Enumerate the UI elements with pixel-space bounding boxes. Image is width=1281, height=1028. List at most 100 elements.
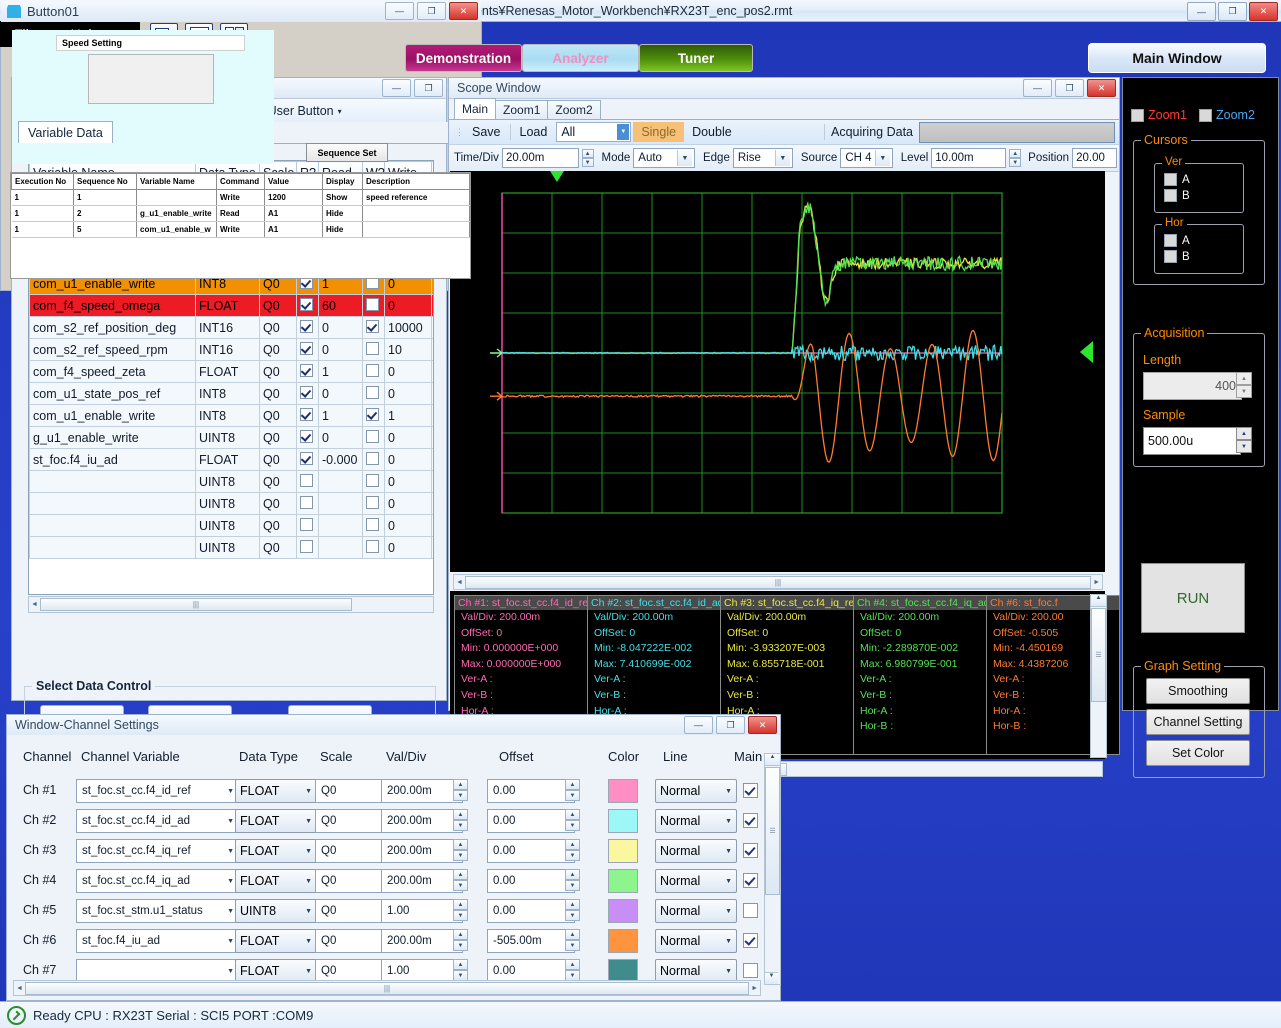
wcs-main-checkbox-wrap[interactable] bbox=[743, 873, 758, 891]
cursor-ver-b-row[interactable]: B bbox=[1164, 189, 1190, 202]
cell-read-checkbox[interactable] bbox=[297, 295, 319, 317]
wcs-offset-input[interactable]: 0.00 bbox=[487, 839, 575, 863]
wcs-main-checkbox[interactable] bbox=[743, 933, 758, 948]
read-checkbox[interactable] bbox=[300, 540, 313, 553]
wcs-main-checkbox[interactable] bbox=[743, 873, 758, 888]
wcs-line-dropdown[interactable]: Normal▼ bbox=[655, 869, 737, 893]
read-checkbox[interactable] bbox=[300, 496, 313, 509]
tab-variable-data[interactable]: Variable Data bbox=[18, 121, 113, 143]
scroll-thumb[interactable]: ||| bbox=[465, 576, 1091, 589]
cursor-hor-a-row[interactable]: A bbox=[1164, 234, 1190, 247]
tab-zoom1[interactable]: Zoom1 bbox=[495, 100, 548, 119]
wcs-valdiv-stepper[interactable]: ▲▼ bbox=[453, 779, 468, 801]
wcs-offset-input[interactable]: -505.00m bbox=[487, 929, 575, 953]
wcs-valdiv-input[interactable]: 200.00m bbox=[381, 809, 463, 833]
wcs-scale-input[interactable]: Q0 bbox=[315, 869, 385, 893]
read-checkbox[interactable] bbox=[300, 474, 313, 487]
wcs-datatype-dropdown[interactable]: UINT8▼ bbox=[235, 899, 317, 923]
read-checkbox[interactable] bbox=[300, 298, 313, 311]
wcs-variable-dropdown[interactable]: st_foc.st_stm.u1_status▼ bbox=[76, 899, 238, 923]
wcs-horizontal-scrollbar[interactable]: ◄ ||| ► bbox=[13, 980, 761, 996]
zoom2-checkbox[interactable] bbox=[1199, 109, 1212, 122]
scroll-thumb[interactable]: ||| bbox=[25, 982, 749, 995]
table-row[interactable]: com_s2_ref_position_degINT16Q0010000 bbox=[30, 317, 435, 339]
wcs-main-checkbox-wrap[interactable] bbox=[743, 933, 758, 951]
wcs-valdiv-stepper[interactable]: ▲▼ bbox=[453, 899, 468, 921]
write-checkbox[interactable] bbox=[366, 386, 379, 399]
write-checkbox[interactable] bbox=[366, 540, 379, 553]
channel-panels-vertical-scrollbar[interactable]: ▲ ☰ bbox=[1090, 594, 1107, 758]
cursor-ver-a-row[interactable]: A bbox=[1164, 173, 1190, 186]
wcs-valdiv-input[interactable]: 200.00m bbox=[381, 929, 463, 953]
wcs-datatype-dropdown[interactable]: FLOAT▼ bbox=[235, 869, 317, 893]
table-row[interactable]: UINT8Q00 bbox=[30, 537, 435, 559]
wcs-maximize-button[interactable]: ❐ bbox=[716, 716, 745, 734]
sequence-set-button[interactable]: Sequence Set bbox=[306, 143, 388, 162]
wcs-variable-dropdown[interactable]: st_foc.f4_iu_ad▼ bbox=[76, 929, 238, 953]
cell-read-checkbox[interactable] bbox=[297, 493, 319, 515]
wcs-close-button[interactable]: ✕ bbox=[748, 716, 777, 734]
main-window-button[interactable]: Main Window bbox=[1088, 43, 1266, 73]
write-checkbox[interactable] bbox=[366, 298, 379, 311]
wcs-scale-input[interactable]: Q0 bbox=[315, 839, 385, 863]
cell-read-checkbox[interactable] bbox=[297, 361, 319, 383]
table-row[interactable]: com_u1_state_pos_refINT8Q000 bbox=[30, 383, 435, 405]
wcs-datatype-dropdown[interactable]: FLOAT▼ bbox=[235, 929, 317, 953]
cursor-ver-a-checkbox[interactable] bbox=[1164, 173, 1177, 186]
sequence-row[interactable]: 11Write1200Showspeed reference bbox=[12, 190, 470, 206]
wcs-offset-stepper[interactable]: ▲▼ bbox=[565, 899, 580, 921]
cell-write-checkbox[interactable] bbox=[363, 471, 385, 493]
table-row[interactable]: com_f4_speed_omegaFLOATQ0600 bbox=[30, 295, 435, 317]
cell-read-checkbox[interactable] bbox=[297, 383, 319, 405]
length-input[interactable]: 400 bbox=[1143, 372, 1242, 400]
wcs-valdiv-input[interactable]: 1.00 bbox=[381, 899, 463, 923]
table-row[interactable]: UINT8Q00 bbox=[30, 515, 435, 537]
wcs-datatype-dropdown[interactable]: FLOAT▼ bbox=[235, 779, 317, 803]
tab-main[interactable]: Main bbox=[454, 98, 496, 119]
wcs-valdiv-input[interactable]: 200.00m bbox=[381, 779, 463, 803]
table-row[interactable]: com_s2_ref_speed_rpmINT16Q0010 bbox=[30, 339, 435, 361]
save-button[interactable]: Save bbox=[463, 125, 510, 139]
level-stepper[interactable]: ▲▼ bbox=[1009, 149, 1021, 167]
speed-setting-input[interactable] bbox=[88, 54, 214, 104]
wcs-offset-stepper[interactable]: ▲▼ bbox=[565, 869, 580, 891]
scroll-up-arrow[interactable]: ▲ bbox=[1091, 595, 1106, 607]
read-checkbox[interactable] bbox=[300, 342, 313, 355]
wcs-color-swatch[interactable] bbox=[608, 869, 638, 893]
cell-read-checkbox[interactable] bbox=[297, 449, 319, 471]
wcs-valdiv-input[interactable]: 200.00m bbox=[381, 869, 463, 893]
read-checkbox[interactable] bbox=[300, 364, 313, 377]
wcs-scale-input[interactable]: Q0 bbox=[315, 809, 385, 833]
zoom1-checkbox-row[interactable]: Zoom1 bbox=[1131, 108, 1187, 122]
button01-maximize-button[interactable]: ❐ bbox=[417, 2, 446, 20]
sequence-row[interactable]: 12g_u1_enable_writeReadA1Hide bbox=[12, 206, 470, 222]
wcs-main-checkbox-wrap[interactable] bbox=[743, 813, 758, 831]
wcs-offset-stepper[interactable]: ▲▼ bbox=[565, 959, 580, 981]
write-checkbox[interactable] bbox=[366, 496, 379, 509]
cell-write-checkbox[interactable] bbox=[363, 515, 385, 537]
load-button[interactable]: Load bbox=[511, 125, 557, 139]
scroll-thumb[interactable]: ☰ bbox=[765, 767, 780, 895]
write-checkbox[interactable] bbox=[366, 474, 379, 487]
cell-write-checkbox[interactable] bbox=[363, 361, 385, 383]
wcs-line-dropdown[interactable]: Normal▼ bbox=[655, 899, 737, 923]
wcs-variable-dropdown[interactable]: st_foc.st_cc.f4_id_ad▼ bbox=[76, 809, 238, 833]
sample-input[interactable]: 500.00u bbox=[1143, 427, 1241, 455]
tab-zoom2[interactable]: Zoom2 bbox=[547, 100, 600, 119]
table-row[interactable]: UINT8Q00 bbox=[30, 471, 435, 493]
write-checkbox[interactable] bbox=[366, 430, 379, 443]
os-maximize-button[interactable]: ❐ bbox=[1218, 2, 1247, 21]
wcs-main-checkbox[interactable] bbox=[743, 783, 758, 798]
wcs-line-dropdown[interactable]: Normal▼ bbox=[655, 779, 737, 803]
wcs-offset-input[interactable]: 0.00 bbox=[487, 899, 575, 923]
table-row[interactable]: UINT8Q00 bbox=[30, 493, 435, 515]
wcs-color-swatch[interactable] bbox=[608, 779, 638, 803]
cursor-hor-a-checkbox[interactable] bbox=[1164, 234, 1177, 247]
wcs-main-checkbox[interactable] bbox=[743, 903, 758, 918]
mode-button-demonstration[interactable]: Demonstration bbox=[405, 44, 522, 72]
smoothing-button[interactable]: Smoothing bbox=[1146, 678, 1250, 704]
plot-horizontal-scrollbar[interactable]: ◄ ||| ► bbox=[453, 574, 1103, 590]
cell-write-checkbox[interactable] bbox=[363, 537, 385, 559]
cell-read-checkbox[interactable] bbox=[297, 537, 319, 559]
table-row[interactable]: com_u1_enable_writeINT8Q011 bbox=[30, 405, 435, 427]
